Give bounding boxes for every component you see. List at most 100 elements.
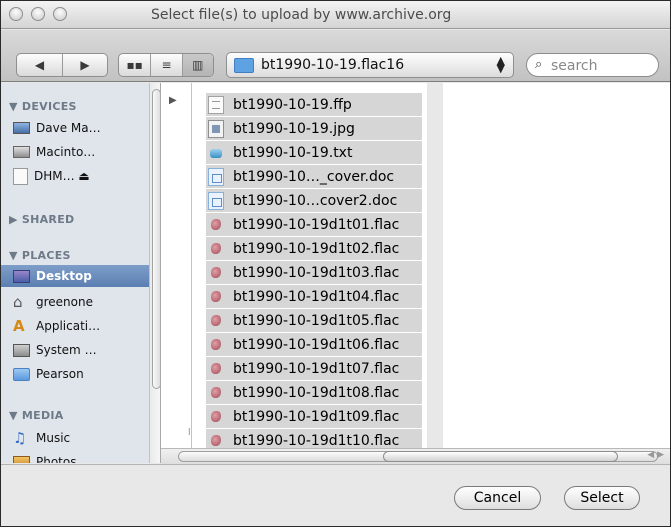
audio-file-icon [208,240,224,258]
sidebar-scrollbar[interactable] [149,83,160,463]
audio-file-icon [208,216,224,234]
sidebar-item-pearson[interactable]: Pearson [13,363,150,385]
file-name: bt1990-10-19d1t02.flac [233,240,400,257]
back-button[interactable]: ◀ [17,54,62,76]
file-row[interactable]: bt1990-10-19d1t09.flac [206,405,422,428]
sidebar-item-label: Macinto… [36,145,96,159]
window-title: Select file(s) to upload by www.archive.… [151,7,452,23]
file-name: bt1990-10-19d1t04.flac [233,288,400,305]
navigation-segment: ◀ ▶ [16,53,108,77]
sidebar-header-devices[interactable]: ▼ DEVICES [9,100,77,113]
view-mode-segment: ▪▪ ≡ ▥ [118,53,214,77]
applications-icon: A [13,316,25,335]
sidebar-item-label: Dave Ma… [36,121,101,135]
back-arrow-icon: ◀ [34,58,45,72]
file-row[interactable]: bt1990-10…_cover.doc [206,165,422,188]
image-file-icon [208,119,224,138]
path-folder-name: bt1990-10-19.flac16 [261,57,405,73]
minimize-button[interactable] [31,7,45,21]
sidebar-scroll-thumb[interactable] [152,89,160,389]
sidebar-item-macintosh-hd[interactable]: Macinto… [13,141,150,163]
file-row[interactable]: bt1990-10-19d1t07.flac [206,357,422,380]
file-name: bt1990-10-19d1t03.flac [233,264,400,281]
hard-drive-icon [13,146,30,158]
system-icon [13,343,30,357]
close-button[interactable] [9,7,23,21]
folder-icon [13,367,30,381]
text-file-icon [208,144,224,162]
audio-file-icon [208,384,224,402]
sidebar-item-label: System … [36,343,97,357]
search-placeholder: search [551,58,598,74]
file-name: bt1990-10-19d1t07.flac [233,360,400,377]
file-row[interactable]: bt1990-10-19d1t04.flac [206,285,422,308]
file-name: bt1990-10…_cover.doc [233,168,395,185]
file-row[interactable]: bt1990-10-19.jpg [206,117,422,140]
document-icon [208,95,224,114]
file-name: bt1990-10-19.txt [233,144,353,161]
cancel-button[interactable]: Cancel [454,486,541,510]
computer-icon [13,122,30,134]
audio-file-icon [208,360,224,378]
scroll-left-right-arrows-icon[interactable]: ◀ ▶ [647,450,664,460]
audio-file-icon [208,432,224,449]
list-view-icon: ≡ [161,58,172,72]
disk-icon [13,167,28,185]
sidebar-item-applications[interactable]: A Applicati… [13,315,150,337]
forward-button[interactable]: ▶ [61,54,107,76]
preview-column [443,83,670,448]
music-icon: ♫ [13,428,27,447]
file-row[interactable]: bt1990-10-19d1t05.flac [206,309,422,332]
sidebar-item-system[interactable]: System … [13,339,150,361]
disclosure-arrow-icon: ▶ [169,95,177,106]
file-name: bt1990-10-19d1t01.flac [233,216,400,233]
sidebar-item-dave-mac[interactable]: Dave Ma… [13,117,150,139]
path-popup[interactable]: bt1990-10-19.flac16 ▲ ▼ [226,52,514,78]
file-name: bt1990-10-19d1t06.flac [233,336,400,353]
forward-arrow-icon: ▶ [80,58,90,72]
popup-arrows-icon: ▲ ▼ [496,54,505,75]
photos-icon [13,455,30,463]
file-row[interactable]: bt1990-10-19.txt [206,141,422,164]
search-field[interactable]: ⌕ search [526,53,659,77]
audio-file-icon [208,408,224,426]
sidebar-header-places[interactable]: ▼ PLACES [9,249,71,262]
sidebar-item-desktop[interactable]: Desktop [1,265,149,287]
file-row[interactable]: bt1990-10-19d1t03.flac [206,261,422,284]
list-view-button[interactable]: ≡ [150,54,181,76]
file-row[interactable]: bt1990-10-19.ffp [206,93,422,116]
file-name: bt1990-10-19.ffp [233,96,352,113]
file-row[interactable]: bt1990-10…cover2.doc [206,189,422,212]
word-document-icon [208,191,224,210]
audio-file-icon [208,264,224,282]
horizontal-scroll-thumb[interactable] [383,451,618,462]
sidebar-item-label: Applicati… [36,319,101,333]
file-list: bt1990-10-19d1t10.flac bt1990-10-19d1t09.… [192,83,427,448]
sidebar-header-media[interactable]: ▼ MEDIA [9,409,64,422]
horizontal-scrollbar[interactable]: ◀ ▶ [161,448,670,464]
audio-file-icon [208,288,224,306]
select-button[interactable]: Select [564,486,640,510]
file-name: bt1990-10-19d1t09.flac [233,408,400,425]
zoom-button[interactable] [53,7,67,21]
sidebar-header-shared[interactable]: ▶ SHARED [9,213,74,226]
sidebar-item-greenone[interactable]: ⌂ greenone [13,291,150,313]
file-row[interactable]: bt1990-10-19d1t06.flac [206,333,422,356]
file-row[interactable]: bt1990-10-19d1t01.flac [206,213,422,236]
file-name: bt1990-10-19.jpg [233,120,355,137]
dialog-footer: Cancel Select [1,464,670,526]
sidebar-item-label: Music [36,431,71,445]
word-document-icon [208,167,224,186]
column-view-button[interactable]: ▥ [181,54,213,76]
sidebar: ▼ DEVICES Dave Ma… Macinto… DHM… ⏏ ▶ SHA… [1,83,161,463]
icon-view-button[interactable]: ▪▪ [119,54,150,76]
file-row[interactable]: bt1990-10-19d1t10.flac [206,429,422,448]
file-row[interactable]: bt1990-10-19d1t02.flac [206,237,422,260]
sidebar-item-dhm-disk[interactable]: DHM… ⏏ [13,165,150,187]
sidebar-item-label: Photos [36,455,77,463]
file-upload-dialog: Select file(s) to upload by www.archive.… [0,0,671,527]
file-row[interactable]: bt1990-10-19d1t08.flac [206,381,422,404]
sidebar-item-music[interactable]: ♫ Music [13,427,150,449]
sidebar-item-photos[interactable]: Photos [13,451,150,463]
sidebar-item-label: Pearson [36,367,84,381]
